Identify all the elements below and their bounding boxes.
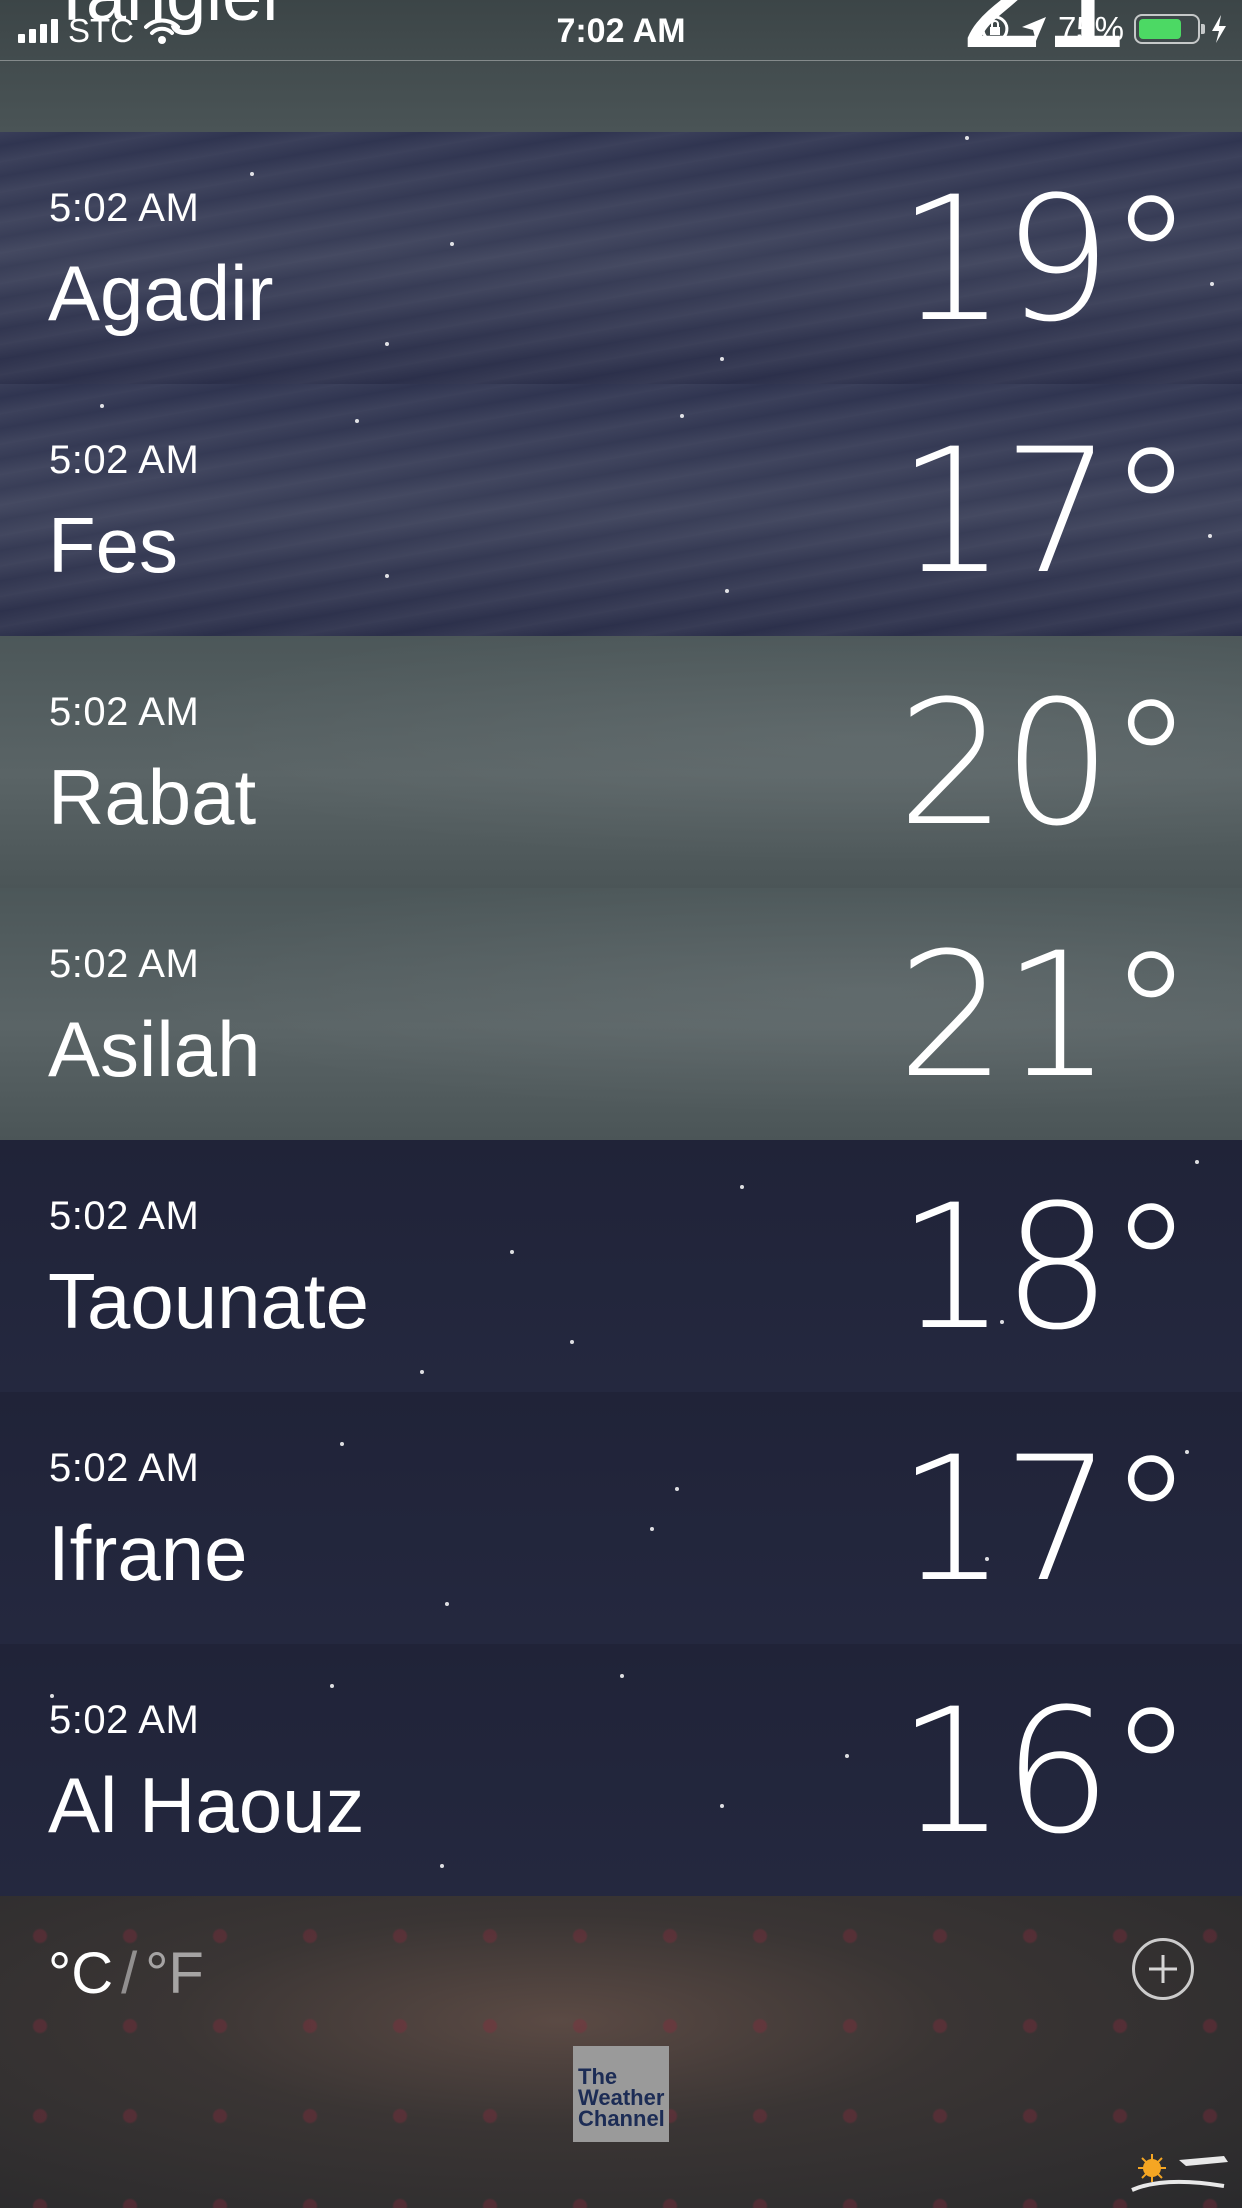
weather-channel-logo[interactable]: The Weather Channel (573, 2046, 669, 2142)
battery-icon (1134, 14, 1205, 44)
city-row-rabat[interactable]: 5:02 AM Rabat 20° (0, 636, 1242, 888)
battery-fill (1139, 19, 1181, 39)
city-local-time: 5:02 AM (49, 186, 200, 230)
city-local-time: 5:02 AM (49, 942, 200, 986)
city-local-time: 5:02 AM (49, 1698, 200, 1742)
battery-percent: 75% (1057, 10, 1124, 47)
city-name: Al Haouz (48, 1761, 365, 1849)
location-arrow-icon (1021, 17, 1046, 41)
status-right: 75% (980, 10, 1228, 48)
logo-line: Weather (578, 2085, 665, 2110)
city-row-agadir[interactable]: 5:02 AM Agadir 19° (0, 132, 1242, 384)
city-name: Fes (48, 501, 179, 589)
city-name: Taounate (48, 1257, 369, 1345)
city-name: Agadir (48, 249, 274, 337)
city-local-time: 5:02 AM (49, 1194, 200, 1238)
logo-line: Channel (578, 2106, 665, 2131)
site-watermark-logo (1131, 2154, 1228, 2192)
city-name: Ifrane (48, 1509, 248, 1597)
city-local-time: 5:02 AM (49, 690, 200, 734)
add-city-button[interactable] (1132, 1938, 1194, 2000)
charging-bolt-icon (1212, 15, 1226, 43)
logo-line: The (578, 2064, 618, 2089)
city-temperature: 17° (897, 1419, 1194, 1620)
city-row-fes[interactable]: 5:02 AM Fes 17° (0, 384, 1242, 636)
rotation-lock-icon (980, 15, 1009, 43)
city-name: Asilah (48, 1005, 261, 1093)
city-temperature: 19° (897, 159, 1194, 360)
unit-toggle[interactable]: °C / °F (48, 1940, 204, 2007)
weather-city-list-screen: Tangier 21° STC 7:02 AM (0, 0, 1242, 2208)
unit-celsius[interactable]: °C (48, 1941, 113, 2006)
city-local-time: 5:02 AM (49, 1446, 200, 1490)
city-temperature: 18° (897, 1167, 1194, 1368)
unit-separator: / (121, 1941, 138, 2006)
city-row-al-haouz[interactable]: 5:02 AM Al Haouz 16° (0, 1644, 1242, 1896)
city-local-time: 5:02 AM (49, 438, 200, 482)
city-row-ifrane[interactable]: 5:02 AM Ifrane 17° (0, 1392, 1242, 1644)
city-row-taounate[interactable]: 5:02 AM Taounate 18° (0, 1140, 1242, 1392)
footer: °C / °F The Weather Channel (0, 1896, 1242, 2208)
city-list: 5:02 AM Agadir 19° 5:02 AM Fes 17° 5:02 … (0, 132, 1242, 1896)
plus-circle-icon (1149, 1955, 1177, 1983)
city-row-asilah[interactable]: 5:02 AM Asilah 21° (0, 888, 1242, 1140)
city-temperature: 16° (897, 1671, 1194, 1872)
status-bar: STC 7:02 AM 75% (0, 0, 1242, 61)
unit-fahrenheit[interactable]: °F (145, 1941, 204, 2006)
city-temperature: 21° (897, 915, 1194, 1116)
city-temperature: 17° (897, 411, 1194, 612)
city-temperature: 20° (897, 663, 1194, 864)
city-name: Rabat (48, 753, 257, 841)
